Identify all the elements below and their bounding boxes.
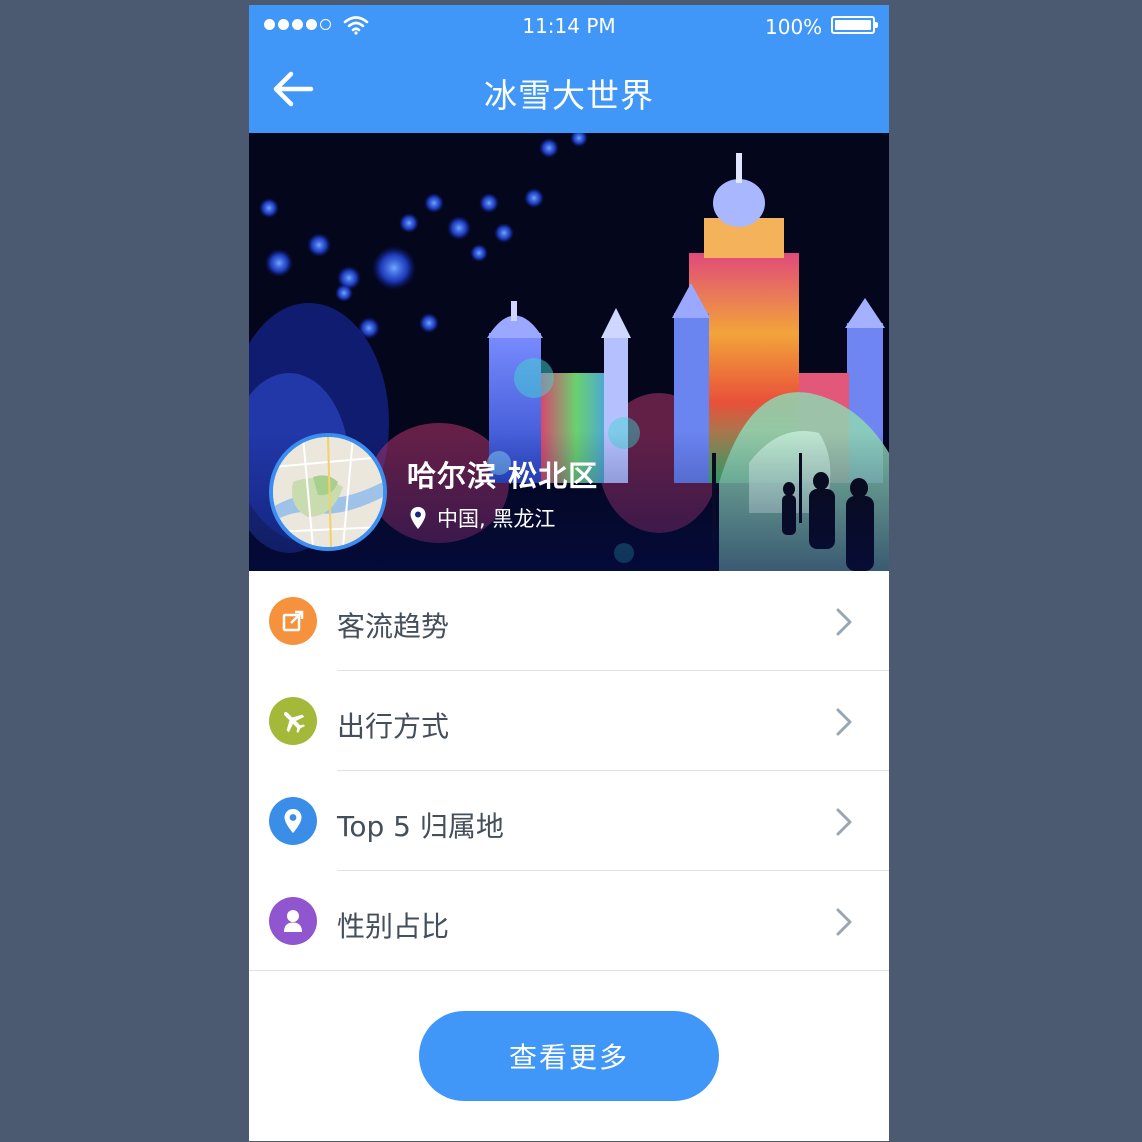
divider [249,970,889,971]
menu-item-gender-ratio[interactable]: 性别占比 [249,871,889,971]
menu-item-travel-mode[interactable]: 出行方式 [249,671,889,771]
menu-icon-travel [269,697,317,745]
place-name: 哈尔滨 松北区 [407,459,599,493]
menu-icon-traffic [269,597,317,645]
battery-icon [831,16,878,34]
hero-banner: 哈尔滨 松北区 中国, 黑龙江 [249,133,889,571]
menu-icon-gender [269,897,317,945]
menu-list: 客流趋势 出行方式 Top 5 归属地 性别占比 [249,571,889,971]
nav-bar: 冰雪大世界 [249,45,889,133]
page-title: 冰雪大世界 [484,76,654,115]
menu-item-label: 出行方式 [337,710,450,743]
external-edit-icon [282,610,304,632]
airplane-icon [283,711,306,734]
battery-percent: 100% [765,15,823,39]
menu-icon-origin [269,797,317,845]
status-bar: 11:14 PM 100% [249,5,889,45]
chevron-right-icon [836,808,852,836]
menu-item-label: 性别占比 [337,910,450,943]
menu-item-top5-origin[interactable]: Top 5 归属地 [249,771,889,871]
map-pin-icon [284,809,302,833]
map-thumbnail[interactable] [269,433,387,551]
chevron-right-icon [836,908,852,936]
chevron-right-icon [836,708,852,736]
menu-item-label: 客流趋势 [337,610,450,643]
view-more-button[interactable]: 查看更多 [419,1011,719,1101]
place-location-text: 中国, 黑龙江 [437,507,556,531]
map-thumbnail-image [273,437,383,547]
chevron-right-icon [836,608,852,636]
place-location: 中国, 黑龙江 [409,503,555,533]
menu-item-label: Top 5 归属地 [337,810,504,843]
phone-screen: 11:14 PM 100% 冰雪大世界 哈尔滨 松北区 中国, 黑龙江 客流趋势… [249,5,889,1141]
person-icon [284,910,302,932]
map-pin-icon [410,507,426,529]
menu-item-traffic-trend[interactable]: 客流趋势 [249,571,889,671]
